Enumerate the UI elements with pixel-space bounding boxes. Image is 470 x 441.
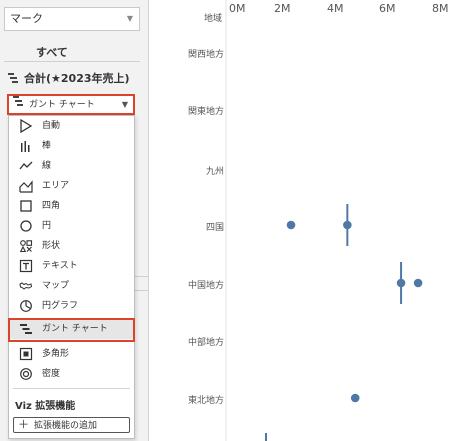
data-point[interactable]	[413, 278, 423, 288]
data-point[interactable]	[350, 393, 360, 403]
data-point[interactable]	[343, 220, 352, 230]
plot-area	[225, 0, 423, 441]
data-point[interactable]	[286, 220, 296, 230]
data-point[interactable]	[396, 278, 406, 288]
